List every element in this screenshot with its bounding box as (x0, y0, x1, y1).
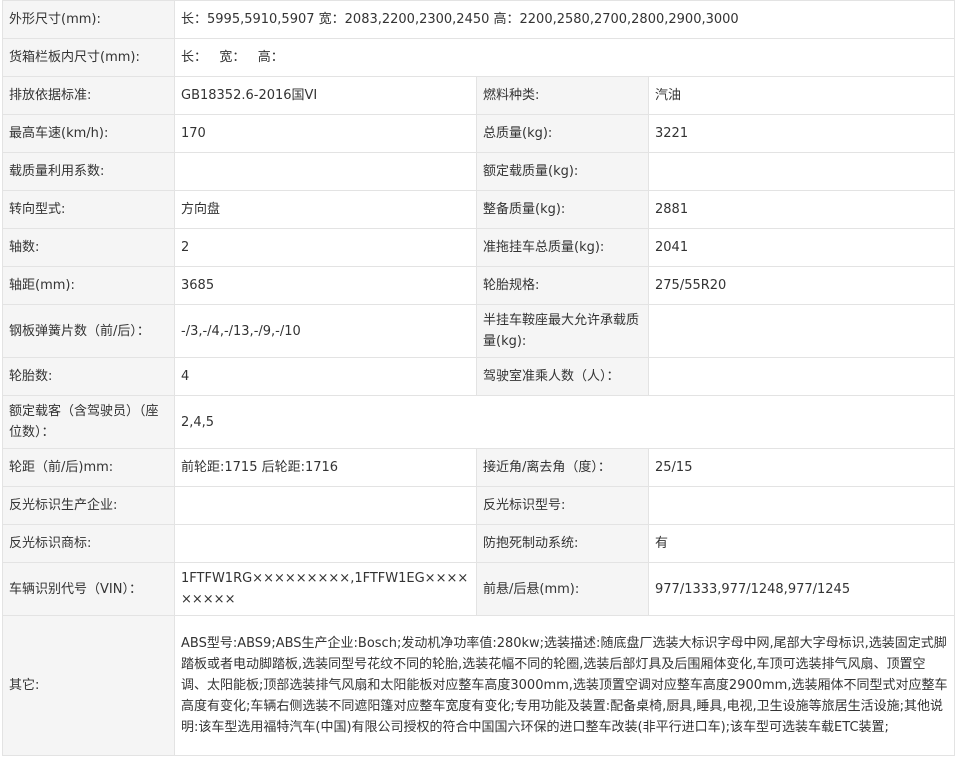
row-label: 载质量利用系数: (3, 153, 175, 191)
row-label: 轮距（前/后)mm: (3, 449, 175, 487)
row-value: 170 (175, 115, 477, 153)
row-value: 3221 (649, 115, 955, 153)
row-label: 车辆识别代号（VIN）： (3, 563, 175, 616)
row-value: 3685 (175, 267, 477, 305)
table-row: 轴数: 2 准拖挂车总质量(kg): 2041 (3, 229, 955, 267)
row-label: 反光标识商标: (3, 525, 175, 563)
row-value: 前轮距:1715 后轮距:1716 (175, 449, 477, 487)
row-value: 长： 宽： 高： (175, 39, 955, 77)
row-label: 轮胎规格: (477, 267, 649, 305)
row-label: 整备质量(kg): (477, 191, 649, 229)
row-label: 其它: (3, 616, 175, 756)
row-label: 防抱死制动系统: (477, 525, 649, 563)
row-value: 汽油 (649, 77, 955, 115)
row-label: 反光标识型号: (477, 487, 649, 525)
row-value: 有 (649, 525, 955, 563)
row-label: 驾驶室准乘人数（人）： (477, 358, 649, 396)
row-label: 排放依据标准: (3, 77, 175, 115)
row-value: 方向盘 (175, 191, 477, 229)
row-label: 额定载客（含驾驶员）（座位数）： (3, 396, 175, 449)
row-value (175, 153, 477, 191)
table-row: 车辆识别代号（VIN）： 1FTFW1RG×××××××××,1FTFW1EG×… (3, 563, 955, 616)
table-row: 轮胎数: 4 驾驶室准乘人数（人）： (3, 358, 955, 396)
row-label: 前悬/后悬(mm): (477, 563, 649, 616)
row-value (649, 487, 955, 525)
row-value: ABS型号:ABS9;ABS生产企业:Bosch;发动机净功率值:280kw;选… (175, 616, 955, 756)
row-label: 最高车速(km/h): (3, 115, 175, 153)
table-row: 外形尺寸(mm): 长：5995,5910,5907 宽：2083,2200,2… (3, 1, 955, 39)
row-label: 接近角/离去角（度）： (477, 449, 649, 487)
row-value: 2,4,5 (175, 396, 955, 449)
row-label: 半挂车鞍座最大允许承载质量(kg): (477, 305, 649, 358)
table-row: 钢板弹簧片数（前/后）： -/3,-/4,-/13,-/9,-/10 半挂车鞍座… (3, 305, 955, 358)
table-row: 轮距（前/后)mm: 前轮距:1715 后轮距:1716 接近角/离去角（度）：… (3, 449, 955, 487)
table-row: 轴距(mm): 3685 轮胎规格: 275/55R20 (3, 267, 955, 305)
row-value: 长：5995,5910,5907 宽：2083,2200,2300,2450 高… (175, 1, 955, 39)
row-value (649, 153, 955, 191)
row-label: 燃料种类: (477, 77, 649, 115)
row-label: 外形尺寸(mm): (3, 1, 175, 39)
row-value: 1FTFW1RG×××××××××,1FTFW1EG××××××××× (175, 563, 477, 616)
row-value (649, 358, 955, 396)
row-label: 准拖挂车总质量(kg): (477, 229, 649, 267)
row-value (175, 487, 477, 525)
row-value: 25/15 (649, 449, 955, 487)
table-row: 额定载客（含驾驶员）（座位数）： 2,4,5 (3, 396, 955, 449)
row-value (649, 305, 955, 358)
spec-table: 外形尺寸(mm): 长：5995,5910,5907 宽：2083,2200,2… (2, 0, 955, 756)
table-row: 转向型式: 方向盘 整备质量(kg): 2881 (3, 191, 955, 229)
table-row: 其它: ABS型号:ABS9;ABS生产企业:Bosch;发动机净功率值:280… (3, 616, 955, 756)
row-value: 275/55R20 (649, 267, 955, 305)
row-value: GB18352.6-2016国VI (175, 77, 477, 115)
row-value: -/3,-/4,-/13,-/9,-/10 (175, 305, 477, 358)
table-row: 最高车速(km/h): 170 总质量(kg): 3221 (3, 115, 955, 153)
row-value (175, 525, 477, 563)
table-row: 排放依据标准: GB18352.6-2016国VI 燃料种类: 汽油 (3, 77, 955, 115)
row-value: 977/1333,977/1248,977/1245 (649, 563, 955, 616)
row-value: 2881 (649, 191, 955, 229)
table-row: 反光标识生产企业: 反光标识型号: (3, 487, 955, 525)
row-label: 反光标识生产企业: (3, 487, 175, 525)
row-label: 总质量(kg): (477, 115, 649, 153)
row-label: 额定载质量(kg): (477, 153, 649, 191)
row-label: 轴数: (3, 229, 175, 267)
row-label: 轮胎数: (3, 358, 175, 396)
table-row: 反光标识商标: 防抱死制动系统: 有 (3, 525, 955, 563)
row-label: 货箱栏板内尺寸(mm): (3, 39, 175, 77)
table-row: 货箱栏板内尺寸(mm): 长： 宽： 高： (3, 39, 955, 77)
row-label: 转向型式: (3, 191, 175, 229)
row-label: 钢板弹簧片数（前/后）： (3, 305, 175, 358)
row-value: 4 (175, 358, 477, 396)
row-value: 2 (175, 229, 477, 267)
row-label: 轴距(mm): (3, 267, 175, 305)
row-value: 2041 (649, 229, 955, 267)
table-row: 载质量利用系数: 额定载质量(kg): (3, 153, 955, 191)
